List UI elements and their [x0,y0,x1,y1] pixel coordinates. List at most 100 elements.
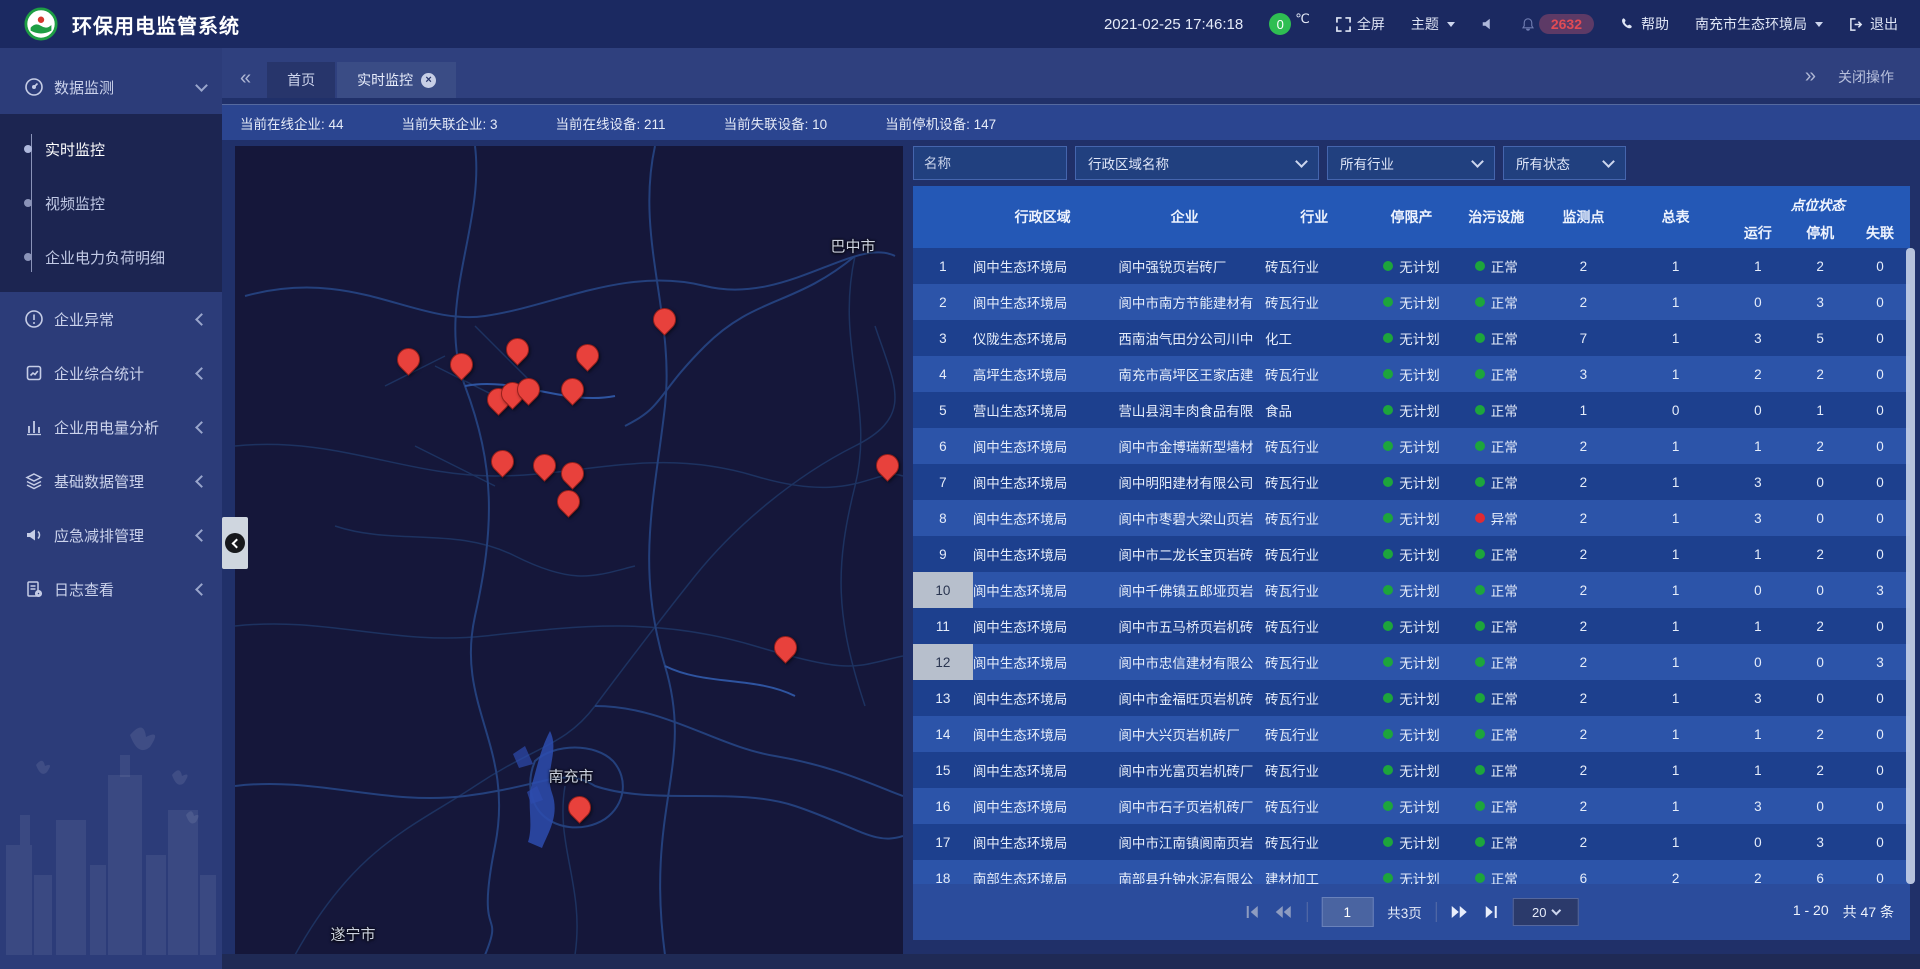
total-records-label: 共 47 条 [1843,902,1894,922]
map-collapse-button[interactable] [222,517,248,569]
chevron-down-icon [1295,155,1308,168]
cell-no: 9 [913,536,973,572]
app-logo-icon [24,7,58,41]
table-row[interactable]: 8阆中生态环境局阆中市枣碧大梁山页岩砖瓦行业无计划异常21300 [913,500,1910,536]
sound-button[interactable] [1481,17,1495,31]
cell-company: 阆中市金博瑞新型墙材 [1112,428,1257,464]
close-tab-icon[interactable]: × [421,73,436,88]
sidebar-item-power-analysis[interactable]: 企业用电量分析 [0,400,222,454]
cell-no: 1 [913,248,973,284]
org-dropdown[interactable]: 南充市生态环境局 [1695,14,1823,34]
status-dot-red [1475,513,1485,523]
sidebar-item-emergency[interactable]: 应急减排管理 [0,508,222,562]
cell-stop: 2 [1790,428,1850,464]
table-row[interactable]: 5营山生态环境局营山县润丰肉食品有限食品无计划正常10010 [913,392,1910,428]
status-dot-green [1383,621,1393,631]
theme-dropdown[interactable]: 主题 [1411,14,1455,34]
fullscreen-button[interactable]: 全屏 [1336,14,1385,34]
map-panel[interactable]: 巴中市南充市遂宁市 [235,146,903,955]
cell-region: 阆中生态环境局 [973,284,1113,320]
first-page-button[interactable] [1244,905,1260,919]
cell-region: 高坪生态环境局 [973,356,1113,392]
status-dot-green [1475,441,1485,451]
col-run: 运行 [1725,218,1790,248]
cell-industry: 砖瓦行业 [1257,788,1372,824]
close-operations-button[interactable]: 关闭操作 [1838,67,1894,87]
table-row[interactable]: 6阆中生态环境局阆中市金博瑞新型墙材砖瓦行业无计划正常21120 [913,428,1910,464]
tab-realtime-monitor[interactable]: 实时监控 × [337,62,456,98]
tabs-scroll-left-icon[interactable]: « [222,67,267,98]
table-row[interactable]: 18南部生态环境局南部县升钟水泥有限公建材加工无计划正常62260 [913,860,1910,884]
table-row[interactable]: 12阆中生态环境局阆中市忠信建材有限公砖瓦行业无计划正常21003 [913,644,1910,680]
cell-facility: 正常 [1451,320,1541,356]
log-icon [24,579,44,599]
stat-item: 当前失联设备: 10 [724,113,828,133]
cell-company: 南充市高坪区王家店建 [1112,356,1257,392]
cell-run: 1 [1725,248,1790,284]
chevron-left-icon [195,529,208,542]
cell-monitor: 2 [1541,464,1626,500]
status-dot-green [1475,477,1485,487]
table-row[interactable]: 16阆中生态环境局阆中市石子页岩机砖厂砖瓦行业无计划正常21300 [913,788,1910,824]
cell-limit: 无计划 [1372,752,1452,788]
table-row[interactable]: 17阆中生态环境局阆中市江南镇阆南页岩砖瓦行业无计划正常21030 [913,824,1910,860]
table-row[interactable]: 7阆中生态环境局阆中明阳建材有限公司砖瓦行业无计划正常21300 [913,464,1910,500]
table-row[interactable]: 10阆中生态环境局阆中千佛镇五郎垭页岩砖瓦行业无计划正常21003 [913,572,1910,608]
table-row[interactable]: 3仪陇生态环境局西南油气田分公司川中化工无计划正常71350 [913,320,1910,356]
status-filter-select[interactable]: 所有状态 [1503,146,1626,180]
cell-company: 阆中市枣碧大梁山页岩 [1112,500,1257,536]
cell-no: 8 [913,500,973,536]
status-dot-green [1475,261,1485,271]
cell-total: 1 [1626,608,1726,644]
logout-icon [1849,17,1864,32]
cell-facility: 正常 [1451,572,1541,608]
table-row[interactable]: 11阆中生态环境局阆中市五马桥页岩机砖砖瓦行业无计划正常21120 [913,608,1910,644]
logout-button[interactable]: 退出 [1849,14,1898,34]
table-scrollbar[interactable] [1906,248,1915,884]
cell-industry: 砖瓦行业 [1257,356,1372,392]
sidebar-subitem[interactable]: 视频监控 [0,176,222,230]
industry-filter-select[interactable]: 所有行业 [1327,146,1495,180]
cell-industry: 砖瓦行业 [1257,248,1372,284]
table-row[interactable]: 15阆中生态环境局阆中市光富页岩机砖厂砖瓦行业无计划正常21120 [913,752,1910,788]
cell-stop: 2 [1790,608,1850,644]
last-page-button[interactable] [1483,905,1499,919]
table-row[interactable]: 1阆中生态环境局阆中强锐页岩砖厂砖瓦行业无计划正常21120 [913,248,1910,284]
help-button[interactable]: 帮助 [1620,14,1669,34]
status-dot-green [1383,765,1393,775]
cell-stop: 0 [1790,464,1850,500]
status-dot-green [1383,801,1393,811]
table-row[interactable]: 4高坪生态环境局南充市高坪区王家店建砖瓦行业无计划正常31220 [913,356,1910,392]
name-filter-input[interactable] [913,146,1067,180]
next-page-button[interactable] [1451,905,1469,919]
sidebar-item-company-abnormal[interactable]: 企业异常 [0,292,222,346]
table-row[interactable]: 2阆中生态环境局阆中市南方节能建材有砖瓦行业无计划正常21030 [913,284,1910,320]
table-row[interactable]: 13阆中生态环境局阆中市金福旺页岩机砖砖瓦行业无计划正常21300 [913,680,1910,716]
cell-total: 1 [1626,428,1726,464]
prev-page-button[interactable] [1274,905,1292,919]
sidebar-item-company-stats[interactable]: 企业综合统计 [0,346,222,400]
region-filter-select[interactable]: 行政区域名称 [1075,146,1319,180]
page-number-input[interactable] [1321,897,1373,927]
col-monitor: 监测点 [1541,186,1626,248]
cell-monitor: 2 [1541,572,1626,608]
cell-total: 1 [1626,500,1726,536]
sidebar-item-log-view[interactable]: 日志查看 [0,562,222,616]
cell-lost: 0 [1850,608,1910,644]
cell-monitor: 2 [1541,752,1626,788]
sidebar-subitem[interactable]: 实时监控 [0,122,222,176]
status-dot-green [1383,837,1393,847]
sidebar-subitem[interactable]: 企业电力负荷明细 [0,230,222,284]
tabs-scroll-right-icon[interactable]: » [1805,65,1816,88]
notification-button[interactable]: 2632 [1521,14,1594,34]
cell-lost: 0 [1850,356,1910,392]
tab-home[interactable]: 首页 [267,62,335,98]
sidebar-item-data-monitor[interactable]: 数据监测 [0,60,222,114]
sidebar-item-base-data[interactable]: 基础数据管理 [0,454,222,508]
status-dot-green [1383,585,1393,595]
page-size-select[interactable]: 20 [1513,898,1579,926]
cell-limit: 无计划 [1372,320,1452,356]
table-row[interactable]: 9阆中生态环境局阆中市二龙长宝页岩砖砖瓦行业无计划正常21120 [913,536,1910,572]
cell-stop: 0 [1790,572,1850,608]
table-row[interactable]: 14阆中生态环境局阆中大兴页岩机砖厂砖瓦行业无计划正常21120 [913,716,1910,752]
